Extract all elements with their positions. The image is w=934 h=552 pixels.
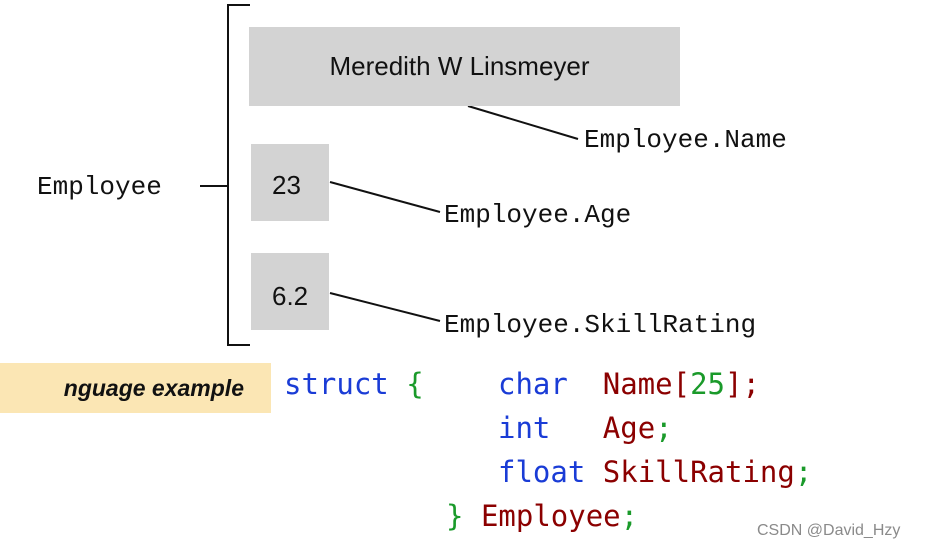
code-line-1-end: ]; [725, 367, 760, 401]
code-struct-variable: Employee [480, 499, 621, 533]
code-line-3: float SkillRating; [498, 458, 812, 487]
code-field-skillrating: SkillRating [602, 455, 795, 489]
age-connector [329, 181, 441, 213]
skillrating-field-label: Employee.SkillRating [444, 310, 757, 340]
language-example-label: nguage example [0, 363, 271, 413]
age-value-box: 23 [251, 144, 329, 221]
code-type-float: float [498, 455, 586, 489]
employee-struct-label: Employee [37, 172, 162, 202]
code-array-size: 25 [690, 367, 725, 401]
csdn-watermark: CSDN @David_Hzy [757, 522, 901, 539]
code-field-name-line: char Name[25]; [498, 370, 760, 399]
code-open-brace: { [406, 367, 424, 401]
code-type-int: int [498, 411, 551, 445]
code-line-4-end: ; [620, 499, 639, 533]
name-value-box: Meredith W Linsmeyer [249, 27, 680, 106]
skill-connector [329, 292, 441, 322]
code-field-age: Age [602, 411, 656, 445]
code-field-name: Name[ [602, 367, 691, 401]
code-close-brace: } [446, 499, 464, 533]
code-line-2: int Age; [498, 414, 673, 443]
code-keyword-struct: struct [284, 367, 389, 401]
age-field-label: Employee.Age [444, 200, 632, 230]
skillrating-value-box: 6.2 [251, 253, 329, 330]
code-line-1: struct { [284, 370, 424, 399]
code-line-2-end: ; [655, 411, 673, 445]
code-type-char: char [498, 367, 568, 401]
code-line-4: } Employee; [446, 502, 638, 531]
name-connector [467, 105, 579, 140]
name-field-label: Employee.Name [584, 125, 787, 155]
code-line-3-end: ; [794, 455, 813, 489]
employee-bracket [227, 4, 250, 346]
